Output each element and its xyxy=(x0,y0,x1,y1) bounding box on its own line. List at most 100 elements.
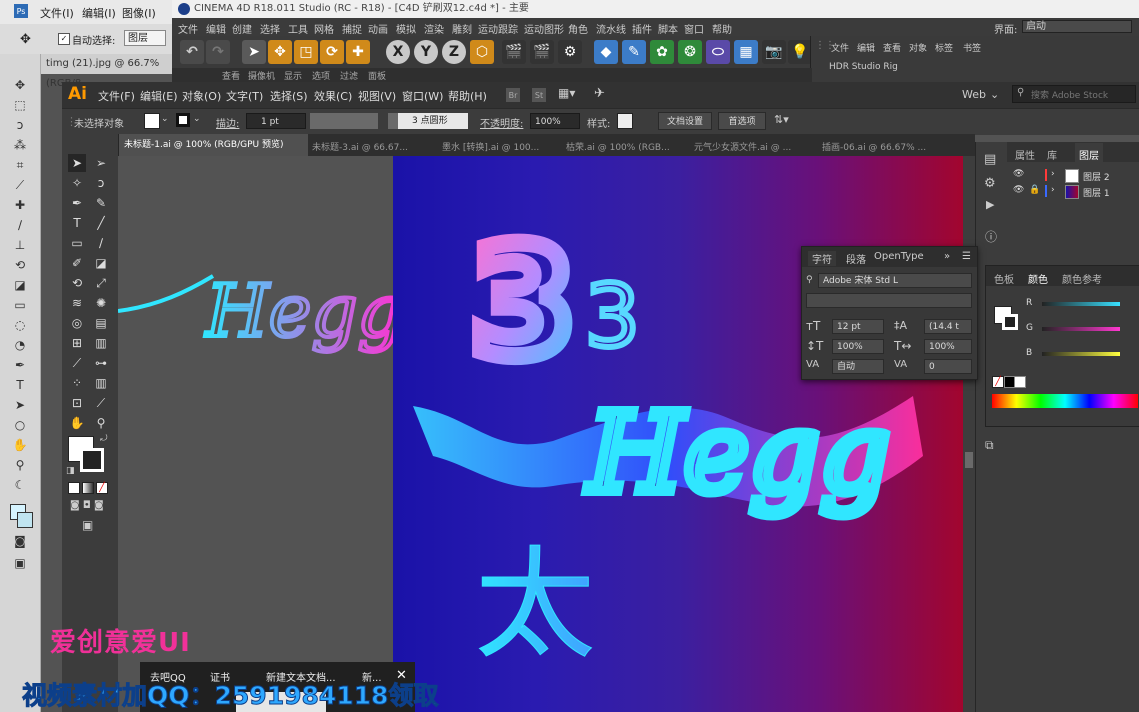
panel-collapse-icon[interactable]: » xyxy=(944,251,950,262)
viewport-menu-item[interactable]: 过滤 xyxy=(340,69,358,82)
tab-layers[interactable]: 图层 xyxy=(1075,143,1103,165)
ai-menu-effect[interactable]: 效果(C) xyxy=(314,88,352,104)
ps-quick-mask-icon[interactable]: ◙ xyxy=(10,532,30,550)
ai-menu-view[interactable]: 视图(V) xyxy=(358,88,396,104)
ai-menu-object[interactable]: 对象(O) xyxy=(182,88,221,104)
puppet-warp-icon[interactable]: ✺ xyxy=(92,294,110,312)
paintbrush-tool-icon[interactable]: ∕ xyxy=(92,234,110,252)
export-icon[interactable]: ⧉ xyxy=(985,438,994,453)
tab-libraries[interactable]: 库 xyxy=(1047,147,1057,162)
move-tool-icon[interactable]: ✥ xyxy=(20,32,31,47)
ps-crop-tool-icon[interactable]: ⌗ xyxy=(10,156,30,174)
deformer-icon[interactable]: ❂ xyxy=(678,40,702,64)
document-tab[interactable]: 插画-06.ai @ 66.67% ... xyxy=(822,140,926,153)
undo-icon[interactable]: ↶ xyxy=(180,40,204,64)
chevron-right-icon[interactable]: › xyxy=(1051,169,1055,179)
pen-tool-icon[interactable]: ✒ xyxy=(68,194,86,212)
opacity-field[interactable]: 100% xyxy=(530,113,580,129)
ps-dodge-icon[interactable]: ◔ xyxy=(10,336,30,354)
floor-icon[interactable]: ▦ xyxy=(734,40,758,64)
tab-opentype[interactable]: OpenType xyxy=(874,251,924,262)
hand-tool-icon[interactable]: ✋ xyxy=(68,414,86,432)
tab-character[interactable]: 字符 xyxy=(808,251,836,266)
selection-tool-icon[interactable]: ➤ xyxy=(68,154,86,172)
layer-row[interactable]: 👁 › 图层 2 xyxy=(1007,168,1139,184)
swap-colors-icon[interactable]: ⤾ xyxy=(100,434,108,444)
c4d-menu-item[interactable]: 插件 xyxy=(632,21,652,36)
arrange-documents-icon[interactable]: ▦▾ xyxy=(558,86,575,100)
z-axis-icon[interactable]: Z xyxy=(442,40,466,64)
shaper-tool-icon[interactable]: ✐ xyxy=(68,254,86,272)
c4d-om-menu-bookmark[interactable]: 书签 xyxy=(963,41,981,54)
scrollbar-thumb[interactable] xyxy=(965,452,973,468)
none-swatch[interactable]: ╱ xyxy=(992,376,1004,388)
blue-slider-track[interactable] xyxy=(1042,352,1120,356)
kerning-field[interactable]: 自动 xyxy=(832,359,884,374)
vertical-scrollbar[interactable] xyxy=(963,156,975,712)
horizontal-scale-field[interactable]: 100% xyxy=(924,339,972,354)
align-icon[interactable]: ⇅▾ xyxy=(774,113,789,126)
ps-menu-file[interactable]: 文件(I) xyxy=(40,5,74,21)
chevron-down-icon[interactable] xyxy=(388,113,398,129)
render-picture-icon[interactable]: 🎬 xyxy=(530,40,554,64)
ps-move-tool-icon[interactable]: ✥ xyxy=(10,76,30,94)
ps-shape-tool-icon[interactable]: ○ xyxy=(10,416,30,434)
workspace-switcher[interactable]: Web xyxy=(962,88,986,101)
viewport-menu-item[interactable]: 摄像机 xyxy=(248,69,275,82)
screen-mode-icon[interactable]: ▣ xyxy=(82,518,93,532)
layer-name[interactable]: 图层 2 xyxy=(1083,170,1110,183)
ps-marquee-tool-icon[interactable]: ⬚ xyxy=(10,96,30,114)
document-tab-active[interactable]: 未标题-1.ai @ 100% (RGB/GPU 预览) xyxy=(118,134,308,156)
zoom-tool-icon[interactable]: ⚲ xyxy=(92,414,110,432)
perspective-grid-icon[interactable]: ▤ xyxy=(92,314,110,332)
stroke-weight-field[interactable]: 1 pt xyxy=(246,113,306,129)
eyedropper-tool-icon[interactable]: ⟋ xyxy=(68,354,86,372)
eye-icon[interactable]: 👁 xyxy=(1013,185,1024,195)
document-setup-button[interactable]: 文档设置 xyxy=(658,112,712,130)
ai-menu-file[interactable]: 文件(F) xyxy=(98,88,135,104)
scale-tool-icon[interactable]: ⤢ xyxy=(92,274,110,292)
document-tab[interactable]: 枯荣.ai @ 100% (RGB... xyxy=(566,140,670,153)
white-swatch[interactable] xyxy=(1014,376,1026,388)
x-axis-icon[interactable]: X xyxy=(386,40,410,64)
c4d-menu-item[interactable]: 渲染 xyxy=(424,21,444,36)
ps-type-tool-icon[interactable]: T xyxy=(10,376,30,394)
ps-stamp-tool-icon[interactable]: ⊥ xyxy=(10,236,30,254)
gradient-tool-icon[interactable]: ▥ xyxy=(92,334,110,352)
none-mode-icon[interactable]: ╱ xyxy=(96,482,108,494)
ps-pen-icon[interactable]: ✒ xyxy=(10,356,30,374)
coordinate-system-icon[interactable]: ⬡ xyxy=(470,40,494,64)
viewport-menu-item[interactable]: 面板 xyxy=(368,69,386,82)
camera-icon[interactable]: 📷 xyxy=(762,40,786,64)
ai-menu-window[interactable]: 窗口(W) xyxy=(402,88,443,104)
play-icon[interactable]: ▶ xyxy=(986,198,994,211)
variable-width-profile[interactable] xyxy=(310,113,378,129)
c4d-menu-item[interactable]: 捕捉 xyxy=(342,21,362,36)
chevron-down-icon[interactable]: ⌄ xyxy=(161,114,169,124)
c4d-menu-item[interactable]: 运动跟踪 xyxy=(478,21,518,36)
draw-mode-icon[interactable]: ◙ ◘ ◙ xyxy=(70,500,104,511)
ps-background-color[interactable] xyxy=(17,512,33,528)
select-cursor-icon[interactable]: ➤ xyxy=(242,40,266,64)
redo-icon[interactable]: ↷ xyxy=(206,40,230,64)
c4d-menu-item[interactable]: 雕刻 xyxy=(452,21,472,36)
font-size-field[interactable]: 12 pt xyxy=(832,319,884,334)
color-stroke-preview[interactable] xyxy=(1002,314,1018,330)
leading-field[interactable]: (14.4 t xyxy=(924,319,972,334)
c4d-menu-item[interactable]: 工具 xyxy=(288,21,308,36)
rotate-tool-icon[interactable]: ⟲ xyxy=(68,274,86,292)
panel-menu-icon[interactable]: ☰ xyxy=(962,251,971,262)
ps-document-tab[interactable]: timg (21).jpg @ 66.7%(RGB/8 xyxy=(40,54,175,89)
ps-hand-tool-icon[interactable]: ✋ xyxy=(10,436,30,454)
ai-menu-edit[interactable]: 编辑(E) xyxy=(140,88,178,104)
c4d-menu-item[interactable]: 选择 xyxy=(260,21,280,36)
chevron-down-icon[interactable]: ⌄ xyxy=(193,114,201,124)
plus-icon[interactable]: ✚ xyxy=(346,40,370,64)
viewport-menu-item[interactable]: 查看 xyxy=(222,69,240,82)
generator-icon[interactable]: ✿ xyxy=(650,40,674,64)
pen-spline-icon[interactable]: ✎ xyxy=(622,40,646,64)
ps-eraser-icon[interactable]: ◪ xyxy=(10,276,30,294)
c4d-menu-item[interactable]: 模拟 xyxy=(396,21,416,36)
c4d-menu-item[interactable]: 流水线 xyxy=(596,21,626,36)
graph-tool-icon[interactable]: ▥ xyxy=(92,374,110,392)
